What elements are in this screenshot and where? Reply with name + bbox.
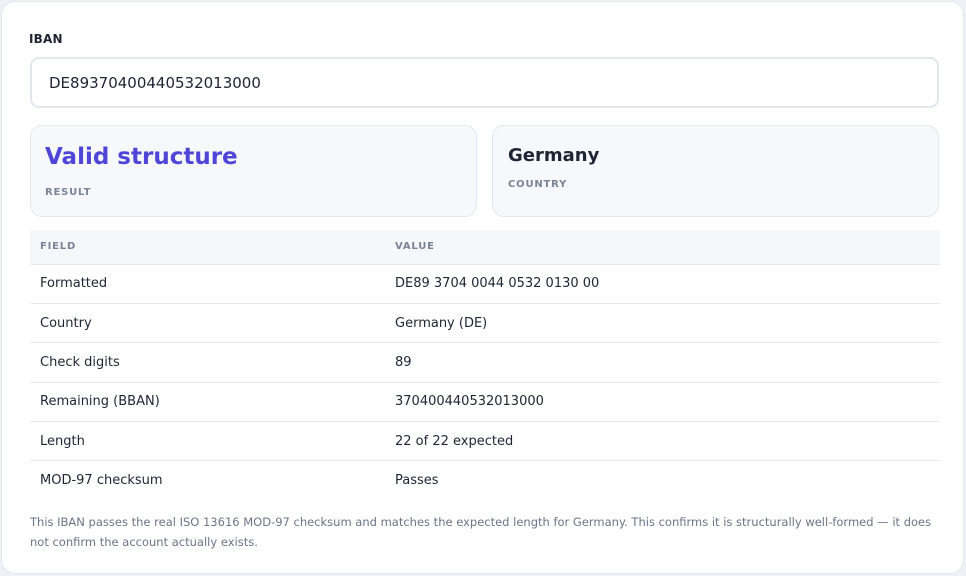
country-stat-card: Germany COUNTRY — [492, 125, 939, 217]
result-stat-card: Valid structure RESULT — [30, 125, 477, 217]
result-caption: RESULT — [45, 187, 92, 198]
table-row: Remaining (BBAN) 370400440532013000 — [30, 381, 940, 422]
row-value: Germany (DE) — [385, 302, 940, 343]
column-header-field: FIELD — [30, 230, 385, 264]
row-field: MOD-97 checksum — [30, 460, 385, 501]
country-value: Germany — [508, 145, 600, 166]
row-field: Length — [30, 421, 385, 461]
table-row: Check digits 89 — [30, 342, 940, 383]
iban-validator-card: IBAN Valid structure RESULT Germany COUN… — [1, 1, 964, 574]
table-row: Country Germany (DE) — [30, 302, 940, 343]
validation-note: This IBAN passes the real ISO 13616 MOD-… — [30, 515, 932, 549]
row-field: Check digits — [30, 342, 385, 383]
table-header-row: FIELD VALUE — [30, 230, 940, 264]
table-row: Formatted DE89 3704 0044 0532 0130 00 — [30, 263, 940, 304]
row-value: DE89 3704 0044 0532 0130 00 — [385, 263, 940, 304]
row-field: Country — [30, 302, 385, 343]
iban-input[interactable] — [30, 57, 939, 108]
table-row: MOD-97 checksum Passes — [30, 460, 940, 501]
row-value: 89 — [385, 342, 940, 383]
column-header-value: VALUE — [385, 230, 940, 264]
iban-field-label: IBAN — [29, 32, 63, 46]
result-value: Valid structure — [45, 144, 238, 170]
country-caption: COUNTRY — [508, 179, 568, 190]
row-field: Remaining (BBAN) — [30, 381, 385, 422]
row-field: Formatted — [30, 263, 385, 304]
table-row: Length 22 of 22 expected — [30, 421, 940, 461]
iban-details-table: FIELD VALUE Formatted DE89 3704 0044 053… — [30, 230, 940, 501]
row-value: 370400440532013000 — [385, 381, 940, 422]
row-value: 22 of 22 expected — [385, 421, 940, 461]
row-value: Passes — [385, 460, 940, 501]
